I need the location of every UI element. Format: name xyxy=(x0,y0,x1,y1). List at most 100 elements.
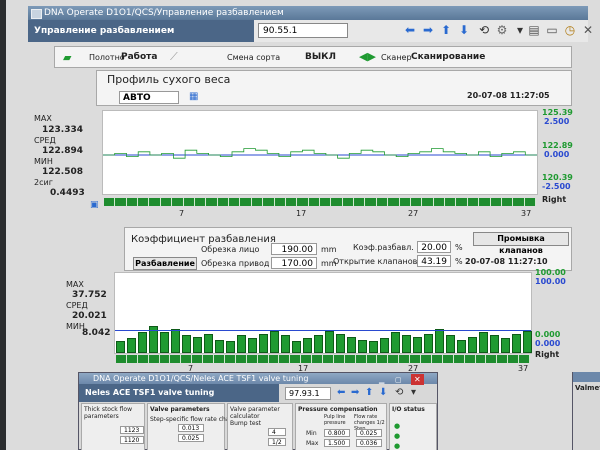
dropdown-icon[interactable]: ▾ xyxy=(513,23,527,37)
actuator-segment xyxy=(331,198,343,206)
stat-value: 122.894 xyxy=(42,146,83,156)
dilution-bar xyxy=(138,332,147,353)
trim-drive-label: Обрезка привод xyxy=(201,259,270,268)
dilution-mode-button[interactable]: Разбавление xyxy=(133,257,197,270)
save-icon[interactable]: ▣ xyxy=(90,200,99,210)
actuator-segment xyxy=(410,355,422,363)
stat-value: 37.752 xyxy=(72,290,107,300)
actuator-segment xyxy=(301,355,313,363)
maximize-icon[interactable]: ▢ xyxy=(395,375,402,386)
column-title: Valve parameters xyxy=(150,406,210,413)
display-path-input[interactable]: 90.55.1 xyxy=(258,23,348,38)
calc-value-field[interactable]: 4 xyxy=(268,428,286,436)
actuator-segment xyxy=(194,198,207,206)
stat-label: СРЕД xyxy=(66,301,88,310)
dilution-bar xyxy=(479,332,488,353)
mode-value: Работа xyxy=(121,52,158,62)
ratio-field[interactable]: 20.00 xyxy=(417,241,451,253)
valve-open-field: 43.19 xyxy=(417,255,451,267)
dilution-bar xyxy=(369,341,378,353)
actuator-segment xyxy=(138,198,150,206)
forward-arrow-icon[interactable]: ➡ xyxy=(351,387,359,398)
monitor-screen: DNA Operate D1O1/QCS/Управление разбавле… xyxy=(6,0,600,450)
grade-change-value: ВЫКЛ xyxy=(305,52,337,62)
pressure-field[interactable]: 0.800 xyxy=(324,429,350,437)
actuator-segment xyxy=(116,355,127,363)
gear-icon[interactable]: ⚙ xyxy=(495,23,509,37)
actuator-segment xyxy=(126,198,139,206)
pressure-field[interactable]: 0.025 xyxy=(356,429,382,437)
clock-icon[interactable]: ◷ xyxy=(563,23,577,37)
profile-title: Профиль сухого веса xyxy=(107,73,231,86)
param-value-field[interactable]: 0.013 xyxy=(178,424,204,432)
actuator-segment xyxy=(206,198,218,206)
stat-label: СРЕД xyxy=(34,136,56,145)
param-value-field[interactable]: 0.025 xyxy=(178,434,204,442)
axis-bot-label: 0.000 xyxy=(535,330,561,339)
pressure-field[interactable]: 1.500 xyxy=(324,439,350,447)
subwindow-titlebar: DNA Operate D1O1/QCS/Neles ACE TSF1 valv… xyxy=(79,373,437,386)
dilution-bar xyxy=(402,335,411,353)
actuator-segment xyxy=(354,198,366,206)
mode-label: Полотно xyxy=(89,53,125,62)
side-label: Right xyxy=(542,195,567,204)
column-title: I/O status xyxy=(392,406,425,413)
pressure-compensation-column: Pressure compensation Pulp line pressure… xyxy=(295,403,387,450)
pressure-field[interactable]: 0.036 xyxy=(356,439,382,447)
axis-mid2-label: 0.000 xyxy=(544,150,570,159)
window-icon[interactable]: ▭ xyxy=(545,23,559,37)
close-icon[interactable]: ✕ xyxy=(581,23,595,37)
actuator-segment xyxy=(159,355,171,363)
history-icon[interactable]: ⟲ xyxy=(477,23,491,37)
actuator-segment xyxy=(170,355,182,363)
calendar-icon[interactable]: ▦ xyxy=(189,91,198,102)
dropdown-icon[interactable]: ▾ xyxy=(411,387,416,398)
history-icon[interactable]: ⟲ xyxy=(395,387,403,398)
actuator-segment xyxy=(268,355,280,363)
calc-value-field[interactable]: 1/2 xyxy=(268,438,286,446)
axis-bot-label: 120.39 xyxy=(542,173,573,182)
trim-face-field[interactable]: 190.00 xyxy=(271,243,317,255)
stat-label: MAX xyxy=(66,280,84,289)
profile-mode-field[interactable]: АВТО xyxy=(119,91,179,104)
forward-arrow-icon[interactable]: ➡ xyxy=(421,23,435,37)
back-arrow-icon[interactable]: ⬅ xyxy=(403,23,417,37)
actuator-segment xyxy=(399,198,411,206)
back-arrow-icon[interactable]: ⬅ xyxy=(337,387,345,398)
actuator-segment xyxy=(274,198,286,206)
axis-top2-label: 2.500 xyxy=(544,117,570,126)
tick-label: 27 xyxy=(408,209,419,218)
trim-drive-field[interactable]: 170.00 xyxy=(271,257,317,269)
dilution-chart xyxy=(114,272,532,354)
actuator-segment xyxy=(263,198,275,206)
tick-label: 37 xyxy=(518,364,529,373)
paper-machine-icon: ▰ xyxy=(63,51,72,64)
minimize-icon[interactable]: ▁ xyxy=(379,375,384,386)
row-label: Min xyxy=(306,430,317,437)
flow-value-field[interactable]: 1120 xyxy=(120,436,144,444)
flush-valves-button[interactable]: Промывка клапанов xyxy=(473,232,569,255)
actuator-segment xyxy=(224,355,236,363)
valve-open-unit: % xyxy=(455,257,463,266)
actuator-segment xyxy=(453,355,465,363)
stat-label: MAX xyxy=(34,114,52,123)
actuator-segment xyxy=(366,355,378,363)
row-label: Max xyxy=(306,440,319,447)
actuator-segment xyxy=(323,355,334,363)
axis-top2-label: 100.00 xyxy=(535,277,566,286)
valve-parameters-column: Valve parameters Step-specific flow rate… xyxy=(147,403,244,450)
dilution-title: Коэффициент разбавления xyxy=(131,234,276,245)
down-arrow-icon[interactable]: ⬇ xyxy=(379,387,387,398)
subwindow-path-input[interactable]: 97.93.1 xyxy=(285,387,331,400)
up-arrow-icon[interactable]: ⬆ xyxy=(365,387,373,398)
print-icon[interactable]: ▤ xyxy=(527,23,541,37)
up-arrow-icon[interactable]: ⬆ xyxy=(439,23,453,37)
trim-face-unit: mm xyxy=(321,245,337,254)
close-icon[interactable]: ✕ xyxy=(411,374,424,385)
actuator-segment xyxy=(456,198,468,206)
dilution-bar xyxy=(270,330,279,353)
down-arrow-icon[interactable]: ⬇ xyxy=(457,23,471,37)
flow-value-field[interactable]: 1123 xyxy=(120,426,144,434)
actuator-segment xyxy=(445,198,457,206)
actuator-segment xyxy=(486,355,498,363)
